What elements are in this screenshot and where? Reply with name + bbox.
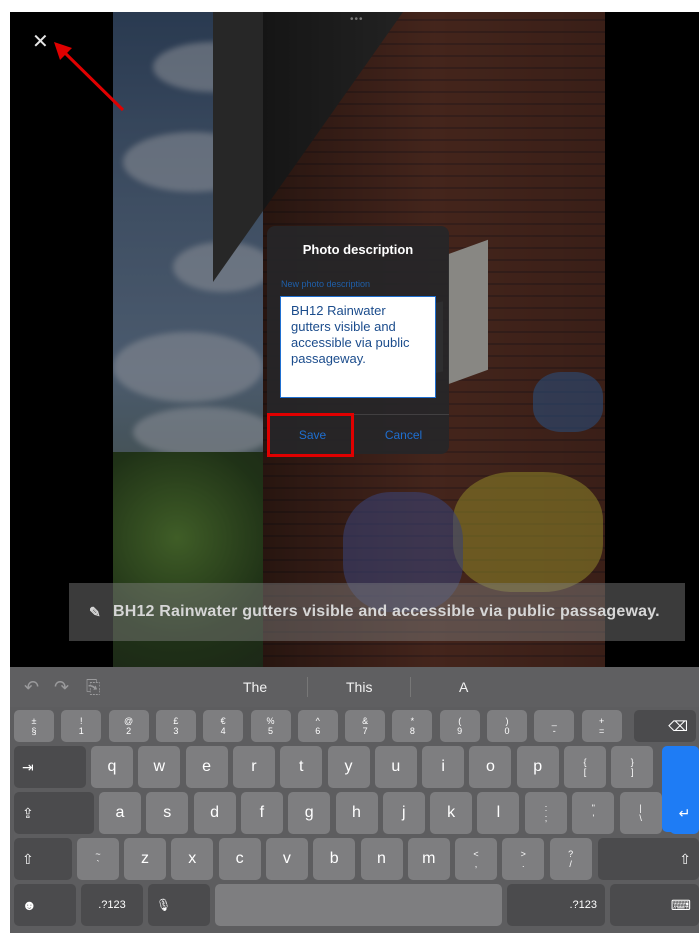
numbers-mode-key-right[interactable]: .?123: [507, 884, 605, 926]
key-b[interactable]: b: [313, 838, 356, 880]
key-q[interactable]: q: [91, 746, 133, 788]
key->[interactable]: >.: [502, 838, 545, 880]
key-backslash[interactable]: | \: [619, 792, 662, 834]
annotation-arrow: [54, 42, 125, 112]
suggestion-1[interactable]: The: [243, 679, 267, 695]
key-a[interactable]: a: [99, 792, 141, 834]
key-2[interactable]: @2: [108, 710, 149, 742]
redo-icon[interactable]: ↷: [54, 677, 69, 698]
key-4[interactable]: €4: [203, 710, 244, 742]
microphone-key[interactable]: 🎙: [148, 884, 210, 926]
caption-text: BH12 Rainwater gutters visible and acces…: [112, 603, 660, 620]
clipboard-icon[interactable]: ⎘: [86, 677, 100, 698]
key-r[interactable]: r: [232, 746, 275, 788]
key-[[interactable]: {[: [564, 746, 606, 788]
key-p[interactable]: p: [516, 746, 559, 788]
key-t[interactable]: t: [280, 746, 323, 788]
key-e[interactable]: e: [185, 746, 228, 788]
key-][interactable]: }]: [611, 746, 654, 788]
left-shift-key[interactable]: ⇧: [14, 838, 72, 880]
key-z[interactable]: z: [124, 838, 166, 880]
key-d[interactable]: d: [193, 792, 236, 834]
sheet-grabber[interactable]: •••: [350, 15, 364, 25]
key-§[interactable]: ± §: [14, 710, 54, 742]
key-?[interactable]: ? /: [549, 838, 592, 880]
pencil-icon: ✎: [89, 603, 101, 620]
key-c[interactable]: c: [218, 838, 261, 880]
caps-lock-key[interactable]: ⇪: [14, 792, 94, 834]
key-u[interactable]: u: [374, 746, 417, 788]
key-<[interactable]: <,: [455, 838, 497, 880]
key-9[interactable]: (9: [439, 710, 480, 742]
key-x[interactable]: x: [171, 838, 214, 880]
key-y[interactable]: y: [327, 746, 370, 788]
key-g[interactable]: g: [288, 792, 331, 834]
return-key[interactable]: ↵: [670, 792, 699, 834]
key-v[interactable]: v: [265, 838, 308, 880]
delete-key[interactable]: ⌫: [634, 710, 696, 742]
dialog-title: Photo description: [302, 242, 414, 257]
key-h[interactable]: h: [335, 792, 378, 834]
key-i[interactable]: i: [422, 746, 465, 788]
key-f[interactable]: f: [240, 792, 283, 834]
key-0[interactable]: ) 0: [487, 710, 527, 742]
key-;[interactable]: :;: [525, 792, 567, 834]
key-6[interactable]: ^ 6: [297, 710, 338, 742]
description-field-label: New photo description: [281, 279, 371, 289]
right-shift-key[interactable]: ⇧: [598, 838, 699, 880]
close-icon[interactable]: ✕: [32, 32, 49, 52]
space-key[interactable]: [215, 884, 502, 926]
cancel-button[interactable]: Cancel: [358, 415, 449, 454]
key-o[interactable]: o: [469, 746, 512, 788]
tab-key[interactable]: ⇥: [14, 746, 86, 788]
suggestion-bar: ↶ ↷ ⎘ The This A: [10, 667, 699, 707]
description-input[interactable]: BH12 Rainwater gutters visible and acces…: [280, 296, 436, 398]
suggestion-2[interactable]: This: [346, 679, 372, 695]
key-j[interactable]: j: [382, 792, 425, 834]
key--[interactable]: _ -: [534, 710, 575, 742]
on-screen-keyboard: ↶ ↷ ⎘ The This A ± §! 1 @2 £3 €4% 5 ^ 6 & 7 * 8(9) 0 _…: [10, 667, 699, 933]
key-=[interactable]: + =: [581, 710, 622, 742]
key-7[interactable]: & 7: [345, 710, 386, 742]
key-k[interactable]: k: [430, 792, 473, 834]
photo-caption[interactable]: ✎ BH12 Rainwater gutters visible and acc…: [69, 583, 685, 641]
undo-icon[interactable]: ↶: [24, 677, 39, 698]
key-n[interactable]: n: [360, 838, 403, 880]
suggestion-3[interactable]: A: [459, 679, 468, 695]
key-l[interactable]: l: [477, 792, 520, 834]
key-'[interactable]: " ': [572, 792, 615, 834]
key-backtick[interactable]: ~ `: [77, 838, 119, 880]
key-1[interactable]: ! 1: [61, 710, 102, 742]
key-5[interactable]: % 5: [250, 710, 291, 742]
key-w[interactable]: w: [138, 746, 181, 788]
emoji-key[interactable]: ☻: [14, 884, 76, 926]
key-8[interactable]: * 8: [392, 710, 433, 742]
numbers-mode-key-left[interactable]: .?123: [81, 884, 143, 926]
key-m[interactable]: m: [407, 838, 450, 880]
hide-keyboard-key[interactable]: ⌨: [610, 884, 699, 926]
annotation-highlight-box: [267, 413, 354, 457]
key-3[interactable]: £3: [155, 710, 196, 742]
key-s[interactable]: s: [146, 792, 189, 834]
